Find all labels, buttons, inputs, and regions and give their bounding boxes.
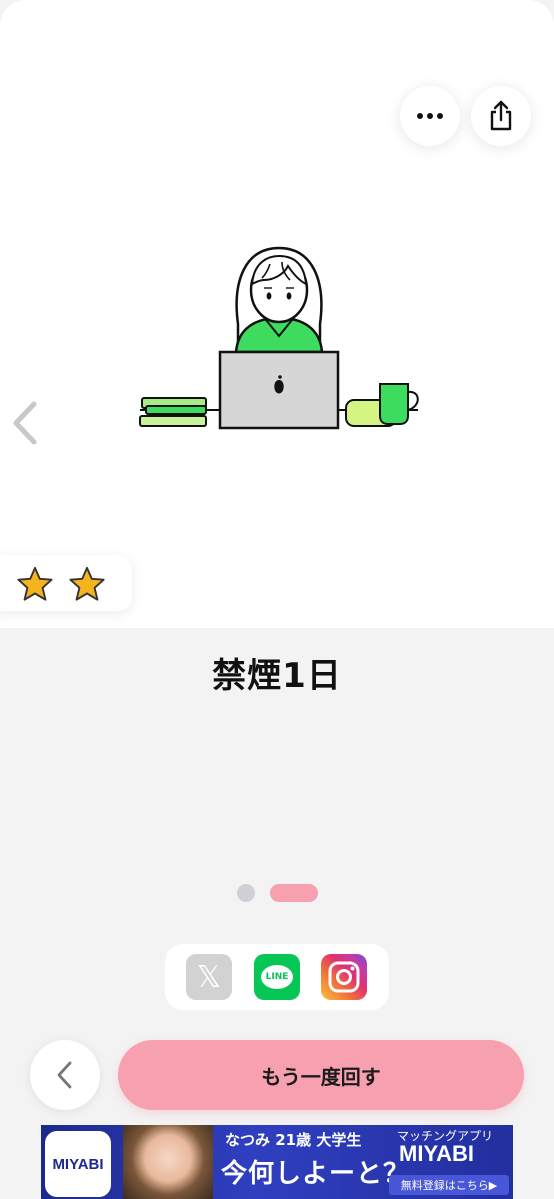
rating-stars	[0, 555, 132, 611]
ad-brand: MIYABI	[399, 1141, 474, 1166]
line-logo-icon: LINE	[261, 965, 293, 989]
more-button[interactable]	[400, 86, 460, 146]
share-bar: 𝕏 LINE	[165, 944, 389, 1010]
pagination-dot-active[interactable]	[270, 884, 318, 902]
share-icon	[490, 100, 512, 131]
chevron-left-icon	[57, 1061, 72, 1089]
ad-headline: 今何しよーと？	[221, 1159, 411, 1189]
instagram-logo-icon	[328, 961, 360, 993]
share-instagram-button[interactable]	[321, 954, 367, 1000]
back-button[interactable]	[30, 1040, 100, 1110]
x-logo-icon: 𝕏	[196, 959, 222, 995]
ad-logo: MIYABI	[45, 1131, 111, 1197]
result-title: 禁煙1日	[212, 656, 342, 696]
ad-subtitle: なつみ 21歳 大学生	[225, 1131, 362, 1149]
more-horizontal-icon	[417, 113, 443, 119]
share-x-button[interactable]: 𝕏	[186, 954, 232, 1000]
ad-banner[interactable]: MIYABI なつみ 21歳 大学生 今何しよーと？ マッチングアプリ MIYA…	[41, 1125, 513, 1199]
carousel-prev-icon[interactable]	[8, 400, 42, 446]
ad-cta-button[interactable]: 無料登録はこちら▶	[389, 1175, 509, 1195]
pagination-dot[interactable]	[237, 884, 255, 902]
star-icon	[17, 566, 53, 601]
share-line-button[interactable]: LINE	[254, 954, 300, 1000]
line-logo-text: LINE	[265, 972, 289, 982]
spin-again-button[interactable]: もう一度回す	[118, 1040, 524, 1110]
ad-photo	[123, 1125, 213, 1199]
result-card	[0, 0, 554, 628]
star-icon	[69, 566, 105, 601]
woman-at-laptop-illustration	[139, 246, 419, 430]
share-button[interactable]	[471, 86, 531, 146]
